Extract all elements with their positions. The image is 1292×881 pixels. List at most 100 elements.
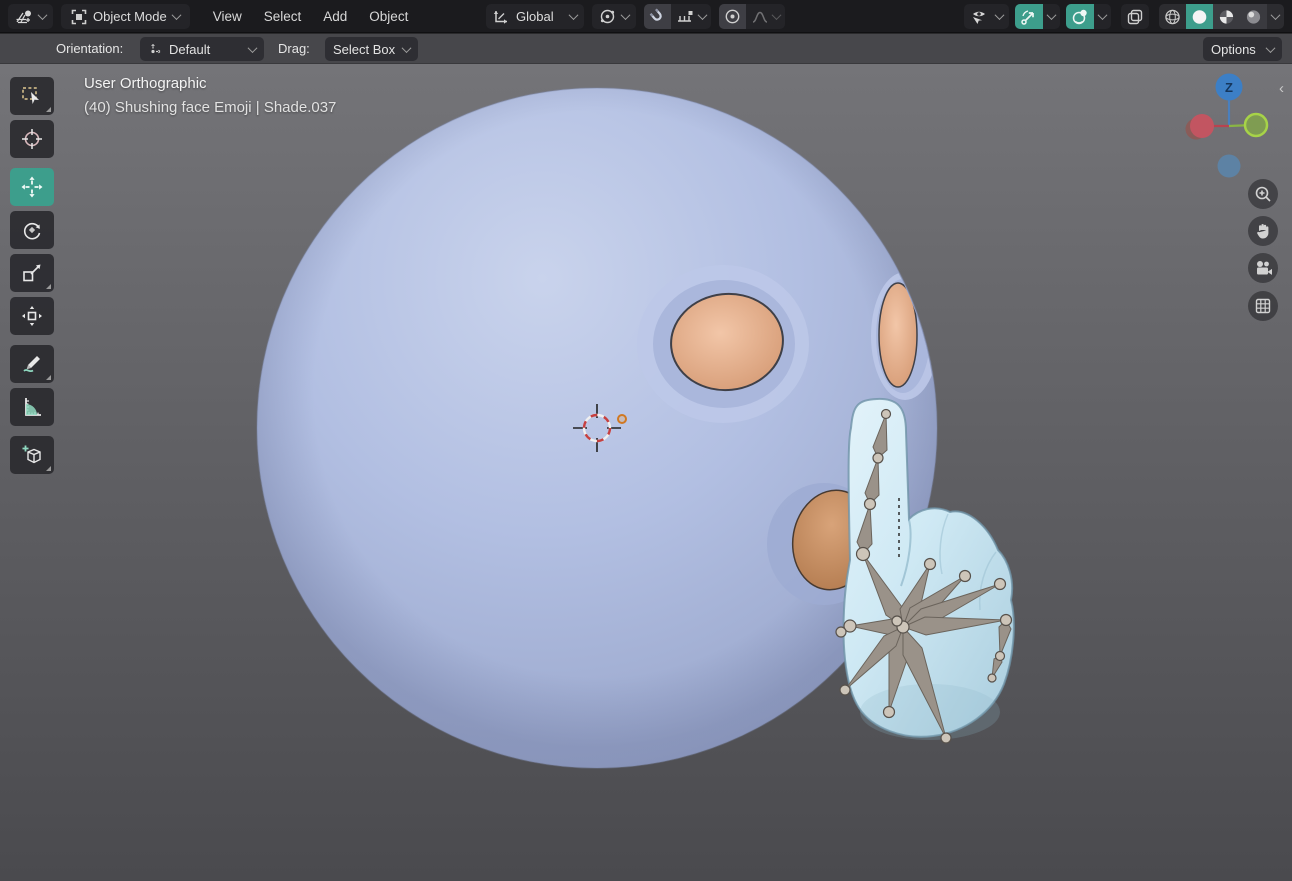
3d-cursor-tool-icon [22, 129, 42, 149]
snap-toggle-button[interactable] [643, 4, 671, 29]
hand-icon [1257, 224, 1269, 239]
options-dropdown[interactable]: Options [1203, 37, 1282, 61]
chevron-down-icon [1046, 10, 1057, 21]
shading-solid-button[interactable] [1186, 4, 1213, 29]
object-origin-dot[interactable] [617, 414, 627, 424]
snapping-group [643, 4, 711, 29]
add-cube-icon [22, 445, 41, 464]
solid-sphere-icon [1192, 9, 1207, 24]
overlays-group [1066, 4, 1111, 29]
menu-add[interactable]: Add [314, 5, 356, 28]
select-box-icon [22, 87, 39, 104]
chevron-down-icon [568, 10, 579, 21]
snap-increments-icon [677, 11, 693, 22]
xray-icon [1127, 9, 1143, 24]
gizmos-dropdown[interactable] [1043, 4, 1060, 29]
emoji-head-mesh[interactable] [256, 87, 938, 769]
chevron-down-icon [37, 10, 48, 21]
tool-add-cube[interactable] [10, 436, 54, 474]
orientation-value: Global [516, 9, 554, 24]
sidebar-toggle-chevron[interactable]: ‹ [1279, 80, 1284, 97]
menu-select[interactable]: Select [255, 5, 311, 28]
orientation-axes-icon [493, 9, 510, 25]
zoom-view-button[interactable] [1248, 179, 1278, 209]
mode-dropdown[interactable]: Object Mode [61, 4, 190, 29]
show-gizmos-toggle[interactable] [1015, 4, 1043, 29]
chevron-down-icon [771, 10, 782, 21]
overlays-dropdown[interactable] [1094, 4, 1111, 29]
chevron-down-icon [620, 10, 631, 21]
3d-viewport-editor-icon [15, 9, 33, 25]
move-icon [21, 176, 43, 198]
shading-wireframe-button[interactable] [1159, 4, 1186, 29]
proportional-editing-group [718, 4, 785, 29]
blender-window: Object Mode View Select Add Object Globa… [0, 0, 1292, 881]
tool-measure[interactable] [10, 388, 54, 426]
falloff-curve-icon [752, 11, 767, 23]
tool-select-box[interactable] [10, 77, 54, 115]
wireframe-sphere-icon [1165, 9, 1180, 24]
viewport-header: Object Mode View Select Add Object Globa… [0, 0, 1292, 33]
chevron-down-icon [171, 10, 182, 21]
chevron-down-icon [697, 10, 708, 21]
chevron-down-icon [1265, 42, 1276, 53]
snap-with-dropdown[interactable] [671, 4, 711, 29]
menu-object[interactable]: Object [360, 5, 417, 28]
chevron-down-icon [1097, 10, 1108, 21]
viewport-3d[interactable]: User Orthographic (40) Shushing face Emo… [0, 64, 1292, 881]
overlays-sphere-icon [1072, 9, 1087, 24]
annotate-pen-icon [23, 356, 40, 373]
grid-perspective-button[interactable] [1248, 291, 1278, 321]
proportional-editing-icon [725, 9, 739, 24]
left-eye[interactable] [637, 265, 809, 423]
editor-type-selector[interactable] [8, 4, 53, 29]
gizmo-axis-neg-z[interactable] [1217, 154, 1241, 178]
scale-icon [23, 264, 41, 282]
right-eye[interactable] [871, 272, 939, 400]
orientation-dropdown[interactable]: Default [140, 37, 264, 61]
mode-label: Object Mode [93, 9, 167, 24]
gizmo-z-label: Z [1225, 80, 1233, 95]
view-navigation-gizmo[interactable]: Z [1179, 70, 1279, 182]
proportional-falloff-dropdown[interactable] [746, 4, 785, 29]
shading-dropdown[interactable] [1267, 4, 1284, 29]
object-mode-icon [71, 9, 87, 25]
shading-rendered-button[interactable] [1240, 4, 1267, 29]
transform-icon [22, 306, 42, 326]
visibility-eye-icon [970, 8, 990, 25]
toggle-xray-button[interactable] [1121, 4, 1149, 29]
orientation-label: Orientation: [56, 41, 124, 56]
menu-view[interactable]: View [204, 5, 251, 28]
tool-scale[interactable] [10, 254, 54, 292]
show-overlays-toggle[interactable] [1066, 4, 1094, 29]
shading-mode-group [1159, 4, 1284, 29]
pivot-point-dropdown[interactable] [591, 4, 636, 29]
tool-cursor[interactable] [10, 120, 54, 158]
tool-annotate[interactable] [10, 345, 54, 383]
drag-dropdown[interactable]: Select Box [325, 37, 418, 61]
gizmo-axis-x[interactable] [1190, 114, 1214, 138]
proportional-editing-button[interactable] [718, 4, 746, 29]
object-visibility-dropdown[interactable] [964, 4, 1009, 29]
magnet-icon [649, 8, 662, 21]
tool-move[interactable] [10, 168, 54, 206]
pan-view-button[interactable] [1248, 216, 1278, 246]
tool-shelf [10, 77, 54, 484]
magnifier-plus-icon [1255, 186, 1271, 202]
material-sphere-icon [1219, 9, 1234, 24]
viewport-menus: View Select Add Object [204, 5, 418, 28]
gizmo-arrow-icon [1021, 9, 1034, 25]
transform-orientation-dropdown[interactable]: Global [486, 4, 584, 29]
tool-rotate[interactable] [10, 211, 54, 249]
gizmo-axis-y[interactable] [1243, 112, 1269, 138]
drag-value: Select Box [333, 41, 396, 57]
pivot-point-icon [599, 8, 616, 25]
chevron-down-icon [401, 42, 412, 53]
scene-canvas[interactable] [0, 64, 1292, 881]
camera-icon [1256, 261, 1272, 275]
shading-material-button[interactable] [1213, 4, 1240, 29]
camera-view-button[interactable] [1248, 253, 1278, 283]
tool-transform[interactable] [10, 297, 54, 335]
rendered-sphere-icon [1246, 9, 1261, 24]
measure-icon [25, 398, 41, 416]
